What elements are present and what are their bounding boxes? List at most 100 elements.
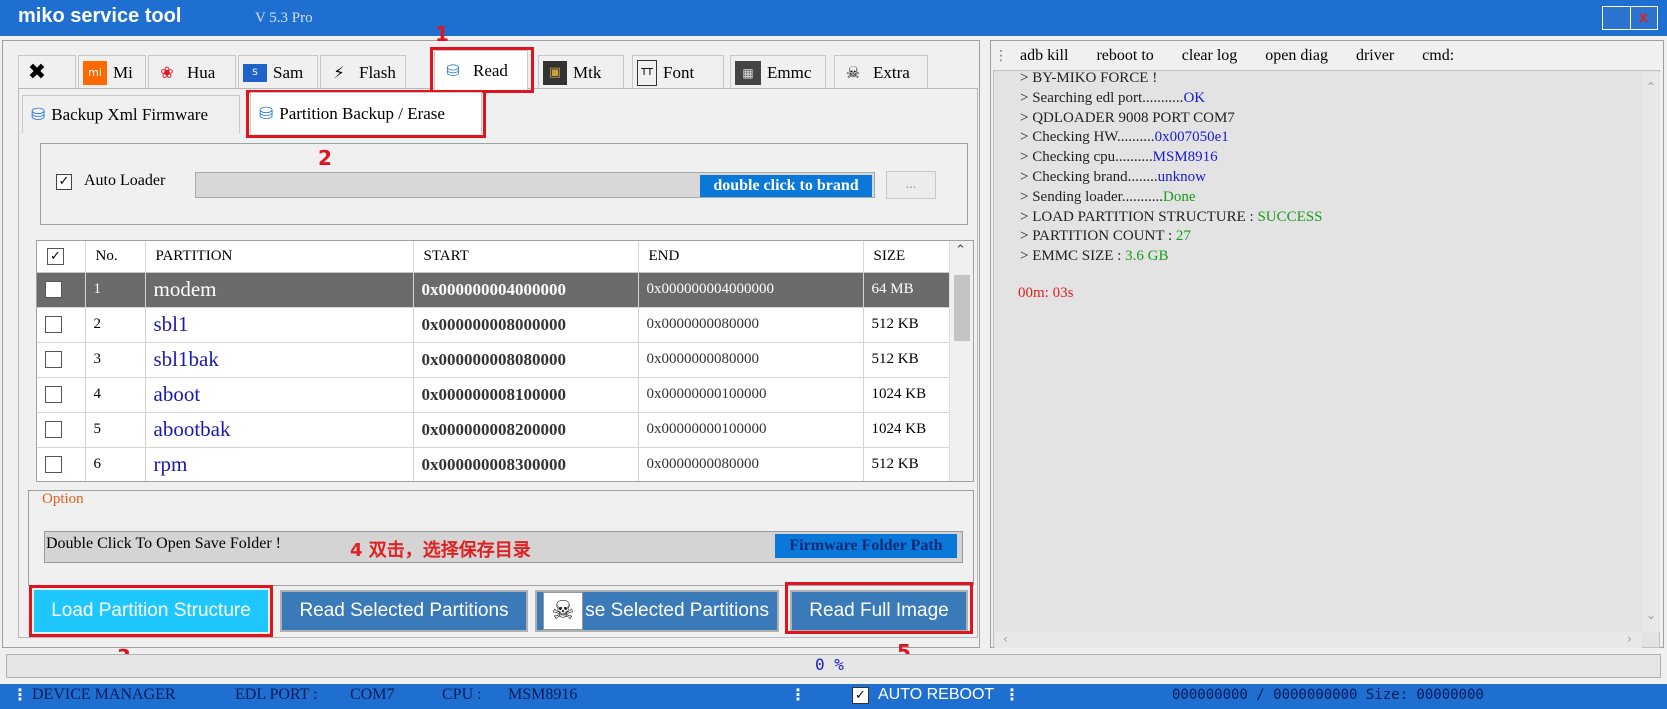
log-toolbar: ⋮ adb kill reboot to clear log open diag…	[994, 44, 1654, 70]
log-value: 3.6 GB	[1125, 248, 1169, 265]
row-number: 6	[85, 447, 146, 481]
close-button[interactable]: x	[1602, 6, 1658, 30]
table-row[interactable]: 1 modem 0x000000004000000 0x000000004000000…	[37, 272, 950, 308]
row-checkbox[interactable]	[45, 316, 62, 334]
brand-button[interactable]: double click to brand	[700, 175, 872, 197]
tab-emmc-label: Emmc	[767, 62, 812, 82]
cmd-button[interactable]: cmd:	[1422, 44, 1454, 70]
log-line: > Checking cpu..........MSM8916	[1020, 149, 1218, 166]
row-checkbox-cell[interactable]	[37, 447, 86, 481]
partition-size: 512 KB	[863, 447, 950, 481]
partition-end: 0x0000000080000	[638, 447, 864, 481]
tab-mi[interactable]: mi Mi	[78, 55, 146, 89]
log-vertical-scrollbar[interactable]: ⌃ ⌄	[1642, 72, 1660, 632]
read-full-image-button[interactable]: Read Full Image	[790, 590, 968, 632]
log-value: unknow	[1157, 169, 1206, 185]
row-checkbox[interactable]	[45, 456, 62, 474]
tab-flash[interactable]: ⚡ Flash	[320, 55, 406, 89]
row-checkbox-cell[interactable]	[37, 377, 86, 413]
log-text: > Checking HW..........	[1020, 129, 1155, 146]
transfer-counters: 000000000 / 0000000000 Size: 00000000	[1172, 687, 1484, 703]
row-checkbox[interactable]	[45, 386, 62, 404]
tab-mtk[interactable]: ▣ Mtk	[538, 55, 624, 89]
read-selected-partitions-button[interactable]: Read Selected Partitions	[280, 590, 528, 632]
partition-name: abootbak	[145, 412, 414, 448]
column-header-size[interactable]: SIZE	[863, 241, 950, 273]
marker-2: 2	[318, 146, 332, 170]
scroll-down-icon[interactable]: ⌄	[1646, 608, 1656, 622]
partition-end: 0x00000000100000	[638, 377, 864, 413]
table-row[interactable]: 4 aboot 0x000000008100000 0x00000000100000 1…	[37, 377, 950, 413]
tab-read[interactable]: ⛁ Read	[434, 50, 528, 90]
tab-sam[interactable]: S Sam	[238, 55, 318, 89]
row-checkbox[interactable]	[45, 351, 62, 369]
mi-icon: mi	[83, 60, 107, 85]
log-value: OK	[1183, 89, 1206, 106]
table-row[interactable]: 3 sbl1bak 0x000000008080000 0x0000000080000…	[37, 342, 950, 378]
loader-browse-button[interactable]: ...	[886, 171, 936, 199]
scroll-up-icon[interactable]: ⌃	[955, 243, 966, 258]
scroll-up-icon[interactable]: ⌃	[1646, 80, 1656, 94]
log-value: 27	[1175, 228, 1191, 245]
adb-kill-button[interactable]: adb kill	[1020, 44, 1068, 70]
auto-reboot-checkbox[interactable]: ✓	[852, 687, 869, 704]
row-checkbox-cell[interactable]	[37, 307, 86, 343]
log-horizontal-scrollbar[interactable]: ‹ ›	[995, 632, 1642, 648]
log-line: > LOAD PARTITION STRUCTURE : SUCCESS	[1020, 209, 1322, 226]
tab-tools[interactable]: ✖	[18, 55, 76, 89]
font-file-icon: TT	[637, 59, 657, 86]
driver-button[interactable]: driver	[1356, 44, 1394, 70]
tab-hua[interactable]: ❀ Hua	[148, 55, 236, 89]
app-version: V 5.3 Pro	[255, 10, 313, 26]
tab-mtk-label: Mtk	[573, 62, 602, 82]
log-timer: 00m: 03s	[1018, 285, 1074, 301]
row-checkbox-cell[interactable]	[37, 342, 86, 378]
column-header-start[interactable]: START	[413, 241, 639, 273]
select-all-header[interactable]: ✓	[37, 241, 86, 273]
title-bar	[0, 0, 1667, 36]
scroll-thumb[interactable]	[954, 275, 970, 341]
log-value: 0x007050e1	[1154, 129, 1229, 146]
partition-end: 0x00000000100000	[638, 412, 864, 448]
subtab-backup-xml-label: Backup Xml Firmware	[51, 104, 208, 124]
table-row[interactable]: 2 sbl1 0x000000008000000 0x0000000080000 512…	[37, 307, 950, 343]
auto-loader-checkbox[interactable]: ✓	[56, 174, 72, 190]
device-manager-label[interactable]: DEVICE MANAGER	[32, 686, 176, 704]
clear-log-button[interactable]: clear log	[1182, 44, 1238, 70]
table-scrollbar[interactable]: ⌃	[949, 241, 973, 481]
app-title: miko service tool	[18, 5, 182, 27]
partition-start: 0x000000008200000	[413, 412, 639, 448]
partition-name: rpm	[145, 447, 414, 481]
row-number: 4	[85, 377, 146, 413]
subtab-backup-xml[interactable]: ⛁ Backup Xml Firmware	[22, 95, 240, 133]
table-header-row: ✓ No. PARTITION START END SIZE	[37, 241, 950, 273]
column-header-no[interactable]: No.	[85, 241, 146, 273]
row-checkbox-cell[interactable]	[37, 272, 86, 308]
log-value: Done	[1163, 188, 1196, 205]
scroll-left-icon[interactable]: ‹	[1003, 632, 1008, 646]
table-row[interactable]: 6 rpm 0x000000008300000 0x0000000080000 512 …	[37, 447, 950, 481]
log-line: > BY-MIKO FORCE !	[1020, 70, 1157, 87]
table-row[interactable]: 5 abootbak 0x000000008200000 0x000000001000…	[37, 412, 950, 448]
tab-font[interactable]: TT Font	[632, 55, 724, 89]
firmware-folder-path-button[interactable]: Firmware Folder Path	[775, 534, 957, 558]
chip-icon: ▣	[543, 60, 567, 85]
log-line: > Sending loader...........Done	[1020, 189, 1196, 206]
scroll-right-icon[interactable]: ›	[1627, 632, 1632, 646]
window-box	[1603, 7, 1631, 29]
select-all-checkbox[interactable]: ✓	[47, 247, 64, 265]
open-diag-button[interactable]: open diag	[1265, 44, 1328, 70]
subtab-partition-backup[interactable]: ⛁ Partition Backup / Erase	[250, 92, 482, 134]
row-checkbox[interactable]	[45, 281, 62, 299]
tab-emmc[interactable]: ▦ Emmc	[730, 55, 826, 89]
partition-size: 1024 KB	[863, 377, 950, 413]
row-checkbox[interactable]	[45, 421, 62, 439]
tab-extra[interactable]: ☠ Extra	[834, 55, 928, 89]
log-text: > PARTITION COUNT :	[1020, 228, 1176, 245]
reboot-to-button[interactable]: reboot to	[1096, 44, 1153, 70]
load-partition-structure-button[interactable]: Load Partition Structure	[34, 590, 268, 632]
column-header-partition[interactable]: PARTITION	[145, 241, 414, 273]
row-checkbox-cell[interactable]	[37, 412, 86, 448]
column-header-end[interactable]: END	[638, 241, 864, 273]
log-text: > Checking brand........	[1020, 169, 1158, 185]
